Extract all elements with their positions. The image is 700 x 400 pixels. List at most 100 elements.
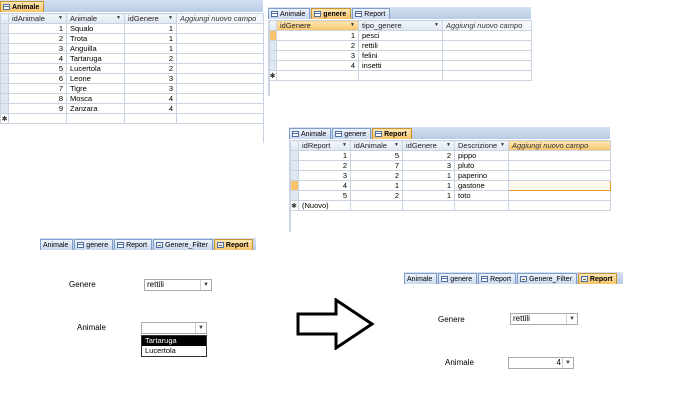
cell-empty[interactable] (176, 33, 264, 44)
table-row[interactable]: 6 Leone 3 (0, 73, 264, 84)
cell-idgenere[interactable]: 2 (402, 150, 455, 161)
table-row[interactable]: 4 insetti (268, 60, 532, 71)
tab-genere[interactable]: genere (438, 273, 478, 284)
chevron-down-icon[interactable]: ▼ (195, 323, 206, 333)
cell-empty[interactable] (176, 23, 264, 34)
cell-animale[interactable]: Anguilla (66, 43, 125, 54)
row-selector[interactable] (0, 63, 9, 74)
chevron-down-icon[interactable]: ▼ (562, 358, 573, 368)
cell-idanimale[interactable]: 9 (8, 103, 67, 114)
row-selector[interactable] (0, 83, 9, 94)
column-header-tipo-genere[interactable]: tipo_genere ▼ (358, 20, 443, 31)
cell-idreport[interactable]: 2 (298, 160, 351, 171)
tab-report[interactable]: Report (478, 273, 517, 284)
table-row[interactable]: 3 felini (268, 50, 532, 61)
row-selector[interactable] (0, 23, 9, 34)
cell-idgenere[interactable]: 1 (402, 180, 455, 191)
cell-idanimale[interactable]: 7 (350, 160, 403, 171)
chevron-down-icon[interactable]: ▼ (200, 280, 211, 290)
tab-animale[interactable]: Animale (268, 8, 311, 19)
cell-empty[interactable] (442, 40, 532, 51)
table-row[interactable]: 7 Tigre 3 (0, 83, 264, 94)
tab-report[interactable]: Report (372, 128, 412, 139)
add-new-field-header[interactable]: Aggiungi nuovo campo (442, 20, 532, 31)
table-row[interactable]: 1 Squalo 1 (0, 23, 264, 34)
cell-empty[interactable] (176, 93, 264, 104)
cell-idgenere[interactable]: 1 (124, 33, 177, 44)
new-record-placeholder[interactable]: (Nuovo) (298, 200, 351, 211)
tab-report-form[interactable]: Report (577, 273, 618, 284)
tab-report[interactable]: Report (352, 8, 391, 19)
cell-idanimale[interactable]: 4 (8, 53, 67, 64)
new-record-row[interactable]: ✱ (0, 113, 264, 124)
cell-idanimale[interactable]: 5 (8, 63, 67, 74)
cell-idgenere[interactable]: 3 (276, 50, 359, 61)
table-row[interactable]: 3 Anguilla 1 (0, 43, 264, 54)
cell-tipo-genere[interactable]: insetti (358, 60, 443, 71)
cell-empty[interactable] (508, 150, 611, 161)
cell-idanimale[interactable]: 2 (350, 170, 403, 181)
cell-empty[interactable] (508, 170, 611, 181)
cell-idreport[interactable]: 3 (298, 170, 351, 181)
cell-idgenere[interactable]: 2 (276, 40, 359, 51)
cell-animale[interactable]: Lucertola (66, 63, 125, 74)
table-row[interactable]: 1 pesci (268, 30, 532, 41)
cell-idgenere[interactable]: 1 (124, 23, 177, 34)
row-selector[interactable] (0, 103, 9, 114)
cell-idgenere[interactable]: 2 (124, 63, 177, 74)
cell-idgenere[interactable]: 3 (124, 73, 177, 84)
cell-empty[interactable] (176, 63, 264, 74)
genere-combo[interactable]: rettili ▼ (510, 313, 578, 325)
cell-animale[interactable]: Leone (66, 73, 125, 84)
table-row[interactable]: 3 2 1 paperino (289, 170, 611, 181)
cell-descrizione[interactable]: toto (454, 190, 509, 201)
cell-animale[interactable]: Trota (66, 33, 125, 44)
new-record-row[interactable]: ✱ (268, 70, 532, 81)
table-row[interactable]: 5 Lucertola 2 (0, 63, 264, 74)
cell-empty[interactable] (176, 83, 264, 94)
row-selector[interactable] (0, 93, 9, 104)
tab-genere[interactable]: genere (311, 8, 352, 19)
cell-empty[interactable] (176, 73, 264, 84)
tab-report-form[interactable]: Report (213, 239, 254, 250)
cell-idanimale[interactable]: 8 (8, 93, 67, 104)
cell-descrizione[interactable]: paperino (454, 170, 509, 181)
cell-animale[interactable]: Squalo (66, 23, 125, 34)
table-row[interactable]: 1 5 2 pippo (289, 150, 611, 161)
cell-idgenere[interactable]: 3 (124, 83, 177, 94)
cell-descrizione[interactable]: pluto (454, 160, 509, 171)
tab-animale[interactable]: Animale (40, 239, 74, 250)
cell-empty[interactable] (442, 50, 532, 61)
cell-idreport[interactable]: 1 (298, 150, 351, 161)
table-row[interactable]: 8 Mosca 4 (0, 93, 264, 104)
cell-empty[interactable] (176, 53, 264, 64)
cell-idanimale[interactable]: 5 (350, 150, 403, 161)
cell-animale[interactable]: Mosca (66, 93, 125, 104)
dropdown-option[interactable]: Tartaruga (142, 336, 206, 346)
cell-empty[interactable] (442, 30, 532, 41)
cell-idreport[interactable]: 4 (298, 180, 351, 191)
row-selector[interactable] (0, 53, 9, 64)
select-all-corner[interactable] (0, 13, 9, 24)
cell-tipo-genere[interactable]: rettili (358, 40, 443, 51)
table-row[interactable]: 4 Tartaruga 2 (0, 53, 264, 64)
cell-idgenere[interactable]: 4 (276, 60, 359, 71)
cell-animale[interactable]: Tigre (66, 83, 125, 94)
cell-descrizione[interactable]: pippo (454, 150, 509, 161)
row-selector[interactable] (0, 33, 9, 44)
cell-idgenere[interactable]: 1 (402, 190, 455, 201)
cell-empty[interactable] (508, 180, 611, 191)
cell-empty[interactable] (508, 160, 611, 171)
cell-tipo-genere[interactable]: felini (358, 50, 443, 61)
column-header-idanimale[interactable]: idAnimale ▼ (8, 13, 67, 24)
cell-empty[interactable] (176, 103, 264, 114)
cell-idanimale[interactable]: 2 (350, 190, 403, 201)
animale-combo[interactable]: 4 ▼ (508, 357, 574, 369)
table-row[interactable]: 2 7 3 pluto (289, 160, 611, 171)
cell-idanimale[interactable]: 7 (8, 83, 67, 94)
column-header-idgenere[interactable]: idGenere ▼ (124, 13, 177, 24)
tab-animale[interactable]: Animale (289, 128, 332, 139)
add-new-field-header[interactable]: Aggiungi nuovo campo (176, 13, 264, 24)
cell-idanimale[interactable]: 3 (8, 43, 67, 54)
cell-idanimale[interactable]: 6 (8, 73, 67, 84)
